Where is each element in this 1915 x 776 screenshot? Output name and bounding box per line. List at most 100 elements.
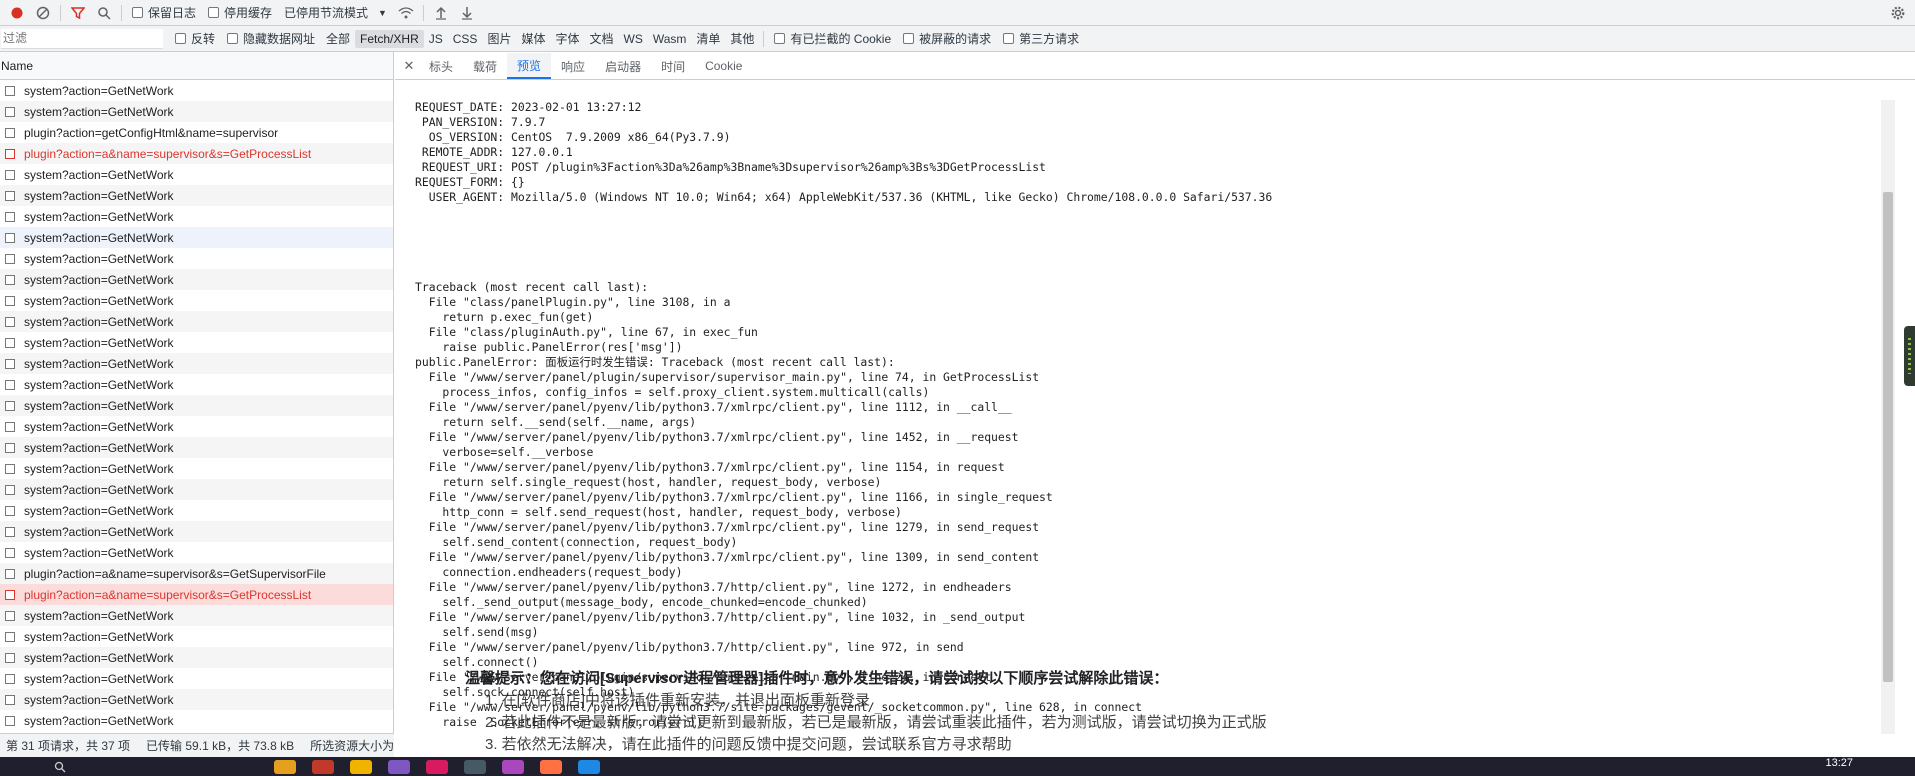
request-row[interactable]: system?action=GetNetWork xyxy=(0,101,393,122)
request-row[interactable]: system?action=GetNetWork xyxy=(0,626,393,647)
request-row[interactable]: plugin?action=a&name=supervisor&s=GetSup… xyxy=(0,563,393,584)
request-row[interactable]: system?action=GetNetWork xyxy=(0,647,393,668)
tab-3[interactable]: 响应 xyxy=(551,53,595,79)
request-row[interactable]: system?action=GetNetWork xyxy=(0,500,393,521)
checkbox-box[interactable] xyxy=(175,33,186,44)
app-icon[interactable] xyxy=(274,759,296,774)
clear-icon[interactable] xyxy=(30,1,56,25)
app-icon[interactable] xyxy=(502,759,524,774)
checkbox-box[interactable] xyxy=(132,7,143,18)
filter-type-7[interactable]: 文档 xyxy=(584,28,618,49)
invert-checkbox[interactable]: 反转 xyxy=(175,30,215,47)
preview-line: return self.single_request(host, handler… xyxy=(415,475,882,489)
checkbox-box[interactable] xyxy=(1003,33,1015,44)
wifi-settings-icon[interactable] xyxy=(393,1,419,25)
name-column-header[interactable]: Name xyxy=(0,52,393,80)
download-icon[interactable] xyxy=(454,1,480,25)
request-row[interactable]: system?action=GetNetWork xyxy=(0,248,393,269)
filter-type-5[interactable]: 媒体 xyxy=(516,28,550,49)
taskbar-search[interactable] xyxy=(54,761,66,773)
throttle-select[interactable]: 已停用节流模式 ▼ xyxy=(284,4,387,21)
checkbox-box[interactable] xyxy=(208,7,220,18)
app-icon[interactable] xyxy=(540,759,562,774)
request-row[interactable]: system?action=GetNetWork xyxy=(0,185,393,206)
tab-1[interactable]: 载荷 xyxy=(463,53,507,79)
request-row[interactable]: system?action=GetNetWork xyxy=(0,353,393,374)
request-row[interactable]: plugin?action=getConfigHtml&name=supervi… xyxy=(0,122,393,143)
network-status-bar: 第 31 项请求，共 37 项 已传输 59.1 kB，共 73.8 kB 所选… xyxy=(0,733,394,757)
request-row[interactable]: system?action=GetNetWork xyxy=(0,311,393,332)
filter-icon[interactable] xyxy=(65,1,91,25)
request-row[interactable]: system?action=GetNetWork xyxy=(0,80,393,101)
request-row[interactable]: system?action=GetNetWork xyxy=(0,521,393,542)
app-icon[interactable] xyxy=(312,759,334,774)
request-row[interactable]: system?action=GetNetWork xyxy=(0,479,393,500)
tab-2[interactable]: 预览 xyxy=(507,53,552,79)
request-row[interactable]: system?action=GetNetWork xyxy=(0,710,393,731)
request-row[interactable]: system?action=GetNetWork xyxy=(0,689,393,710)
request-name: system?action=GetNetWork xyxy=(24,440,174,455)
tab-5[interactable]: 时间 xyxy=(651,53,695,79)
request-row[interactable]: plugin?action=a&name=supervisor&s=GetPro… xyxy=(0,143,393,164)
gear-icon[interactable] xyxy=(1885,1,1911,25)
filter-type-9[interactable]: Wasm xyxy=(648,30,692,48)
preserve-log-checkbox[interactable]: 保留日志 xyxy=(132,4,196,21)
disable-cache-checkbox[interactable]: 停用缓存 xyxy=(208,4,272,21)
hide-data-urls-checkbox[interactable]: 隐藏数据网址 xyxy=(227,30,315,47)
request-row[interactable]: system?action=GetNetWork xyxy=(0,437,393,458)
filter-type-6[interactable]: 字体 xyxy=(550,28,584,49)
tab-0[interactable]: 标头 xyxy=(419,53,463,79)
request-row[interactable]: plugin?action=a&name=supervisor&s=GetPro… xyxy=(0,584,393,605)
tab-6[interactable]: Cookie xyxy=(695,53,752,79)
app-icon[interactable] xyxy=(388,759,410,774)
request-row[interactable]: system?action=GetNetWork xyxy=(0,458,393,479)
request-row[interactable]: system?action=GetNetWork xyxy=(0,542,393,563)
request-row[interactable]: system?action=GetNetWork xyxy=(0,605,393,626)
filter-type-3[interactable]: CSS xyxy=(448,30,483,48)
request-type-icon xyxy=(5,316,15,327)
request-name: system?action=GetNetWork xyxy=(24,293,174,308)
upload-icon[interactable] xyxy=(428,1,454,25)
side-panel-handle[interactable] xyxy=(1904,326,1915,386)
request-type-icon xyxy=(5,505,15,516)
filter-type-10[interactable]: 清单 xyxy=(691,28,725,49)
request-name: system?action=GetNetWork xyxy=(24,377,174,392)
app-icon[interactable] xyxy=(578,759,600,774)
app-icon[interactable] xyxy=(464,759,486,774)
filter-type-4[interactable]: 图片 xyxy=(482,28,516,49)
request-row[interactable]: system?action=GetNetWork xyxy=(0,206,393,227)
filter-type-11[interactable]: 其他 xyxy=(725,28,759,49)
filter-type-2[interactable]: JS xyxy=(424,30,448,48)
scrollbar-thumb[interactable] xyxy=(1883,192,1893,682)
filter-type-1[interactable]: Fetch/XHR xyxy=(355,29,424,48)
preview-scrollbar[interactable] xyxy=(1881,100,1895,734)
checkbox-box[interactable] xyxy=(774,33,786,44)
search-icon[interactable] xyxy=(91,1,117,25)
chevron-down-icon: ▼ xyxy=(378,7,387,18)
request-count: 第 31 项请求，共 37 项 xyxy=(6,739,131,753)
request-row[interactable]: system?action=GetNetWork xyxy=(0,395,393,416)
blocked-cookies-checkbox[interactable]: 有已拦截的 Cookie xyxy=(774,30,891,47)
tab-4[interactable]: 启动器 xyxy=(595,53,651,79)
blocked-requests-checkbox[interactable]: 被屏蔽的请求 xyxy=(903,30,991,47)
request-row[interactable]: system?action=GetNetWork xyxy=(0,269,393,290)
request-row[interactable]: system?action=GetNetWork xyxy=(0,374,393,395)
record-icon[interactable] xyxy=(4,1,30,25)
filter-input[interactable] xyxy=(1,28,163,49)
checkbox-box[interactable] xyxy=(903,33,915,44)
filter-type-8[interactable]: WS xyxy=(619,30,648,48)
request-row[interactable]: system?action=GetNetWork xyxy=(0,290,393,311)
third-party-checkbox[interactable]: 第三方请求 xyxy=(1003,30,1079,47)
filter-type-0[interactable]: 全部 xyxy=(321,28,355,49)
request-row[interactable]: system?action=GetNetWork xyxy=(0,416,393,437)
request-row[interactable]: system?action=GetNetWork xyxy=(0,164,393,185)
folder-icon[interactable] xyxy=(350,759,372,774)
request-row[interactable]: system?action=GetNetWork xyxy=(0,668,393,689)
request-type-icon xyxy=(5,421,15,432)
request-row[interactable]: system?action=GetNetWork xyxy=(0,332,393,353)
close-icon[interactable]: ✕ xyxy=(399,53,419,79)
app-icon[interactable] xyxy=(426,759,448,774)
request-row[interactable]: system?action=GetNetWork xyxy=(0,227,393,248)
checkbox-box[interactable] xyxy=(227,33,239,44)
preview-line: REMOTE_ADDR: 127.0.0.1 xyxy=(415,145,573,159)
